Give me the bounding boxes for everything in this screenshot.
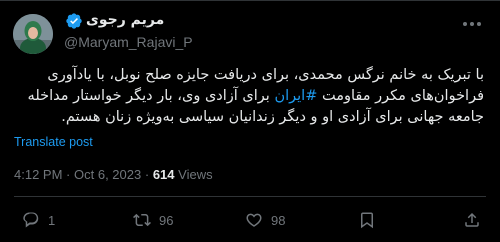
tweet-line: با تبریک به خانم نرگس محمدی، برای دریافت…: [47, 67, 484, 83]
tweet-line: جامعه جهانی برای آزادی او و دیگر زندانیا…: [61, 109, 484, 125]
like-button[interactable]: 98: [245, 209, 285, 231]
verified-badge-icon: [66, 13, 82, 29]
more-options-icon[interactable]: [460, 15, 484, 33]
reply-button[interactable]: 1: [22, 209, 55, 231]
tweet-card: مریم رجوی @Maryam_Rajavi_P با تبریک به خ…: [0, 0, 500, 242]
views-label: Views: [178, 167, 213, 182]
tweet-line-part: فراخوان‌های مکرر مقاومت: [317, 88, 484, 104]
bookmark-icon: [361, 212, 373, 229]
tweet-line: فراخوان‌های مکرر مقاومت #ایران برای آزاد…: [14, 86, 484, 107]
views-count: 614: [152, 167, 175, 182]
share-icon: [465, 212, 479, 227]
meta-separator: ·: [66, 167, 71, 182]
share-button[interactable]: [463, 209, 481, 231]
tweet-time[interactable]: 4:12 PM: [14, 167, 62, 182]
avatar[interactable]: [13, 14, 53, 54]
repost-icon: [133, 213, 151, 227]
repost-button[interactable]: 96: [133, 209, 173, 231]
reply-icon: [23, 212, 39, 228]
like-count: 98: [271, 212, 286, 228]
tweet-meta: 4:12 PM · Oct 6, 2023 · 614 Views: [14, 167, 213, 182]
repost-count: 96: [159, 212, 174, 228]
display-name[interactable]: مریم رجوی: [86, 12, 164, 28]
tweet-line-part: برای آزادی وی، بار دیگر خواستار مداخله: [27, 88, 275, 104]
hashtag-link[interactable]: #ایران: [274, 88, 317, 104]
user-handle[interactable]: @Maryam_Rajavi_P: [64, 34, 193, 50]
bookmark-button[interactable]: [358, 209, 376, 231]
translate-post-link[interactable]: Translate post: [14, 135, 93, 149]
meta-separator: ·: [144, 167, 150, 182]
tweet-text: با تبریک به خانم نرگس محمدی، برای دریافت…: [14, 65, 484, 128]
divider: [14, 196, 486, 197]
reply-count: 1: [48, 212, 56, 228]
like-icon: [246, 213, 262, 227]
tweet-date[interactable]: Oct 6, 2023: [74, 167, 141, 182]
